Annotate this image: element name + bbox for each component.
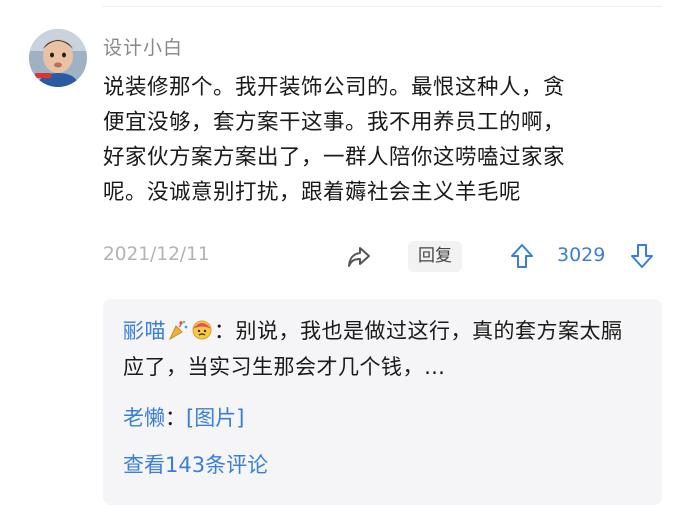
party-popper-emoji [168, 320, 188, 341]
username[interactable]: 设计小白 [103, 33, 183, 60]
reply-item[interactable]: 彨喵 ：别说，我也是做过这行，真的套方案太膈应了，当实习生那会才几个钱，… [123, 313, 638, 385]
reply-image-link[interactable]: [图片] [186, 406, 244, 430]
face-emoji [192, 320, 212, 340]
downvote-arrow-icon[interactable] [629, 242, 655, 270]
reply-author[interactable]: 老懒 [123, 406, 165, 430]
vote-count: 3029 [557, 244, 606, 266]
comment-content: 说装修那个。我开装饰公司的。最恨这种人，贪 便宜没够，套方案干这事。我不用养员工… [103, 75, 566, 205]
top-divider [102, 6, 662, 7]
comment-actions: 2021/12/11 回复 3029 [103, 236, 662, 276]
comment-date: 2021/12/11 [103, 244, 210, 265]
share-icon[interactable] [346, 244, 372, 270]
avatar-photo [29, 29, 87, 87]
reply-item[interactable]: 老懒：[图片] [123, 402, 244, 432]
upvote-arrow-icon[interactable] [509, 242, 535, 270]
avatar[interactable] [29, 29, 87, 87]
reply-separator: ： [214, 319, 236, 343]
reply-author[interactable]: 彨喵 [123, 319, 166, 343]
view-all-replies-link[interactable]: 查看143条评论 [123, 449, 268, 479]
replies-box: 彨喵 ：别说，我也是做过这行，真的套方案太膈应了，当实习生那会才几个钱，… 老懒… [103, 299, 662, 505]
reply-separator: ： [165, 406, 186, 430]
reply-button[interactable]: 回复 [408, 241, 462, 272]
